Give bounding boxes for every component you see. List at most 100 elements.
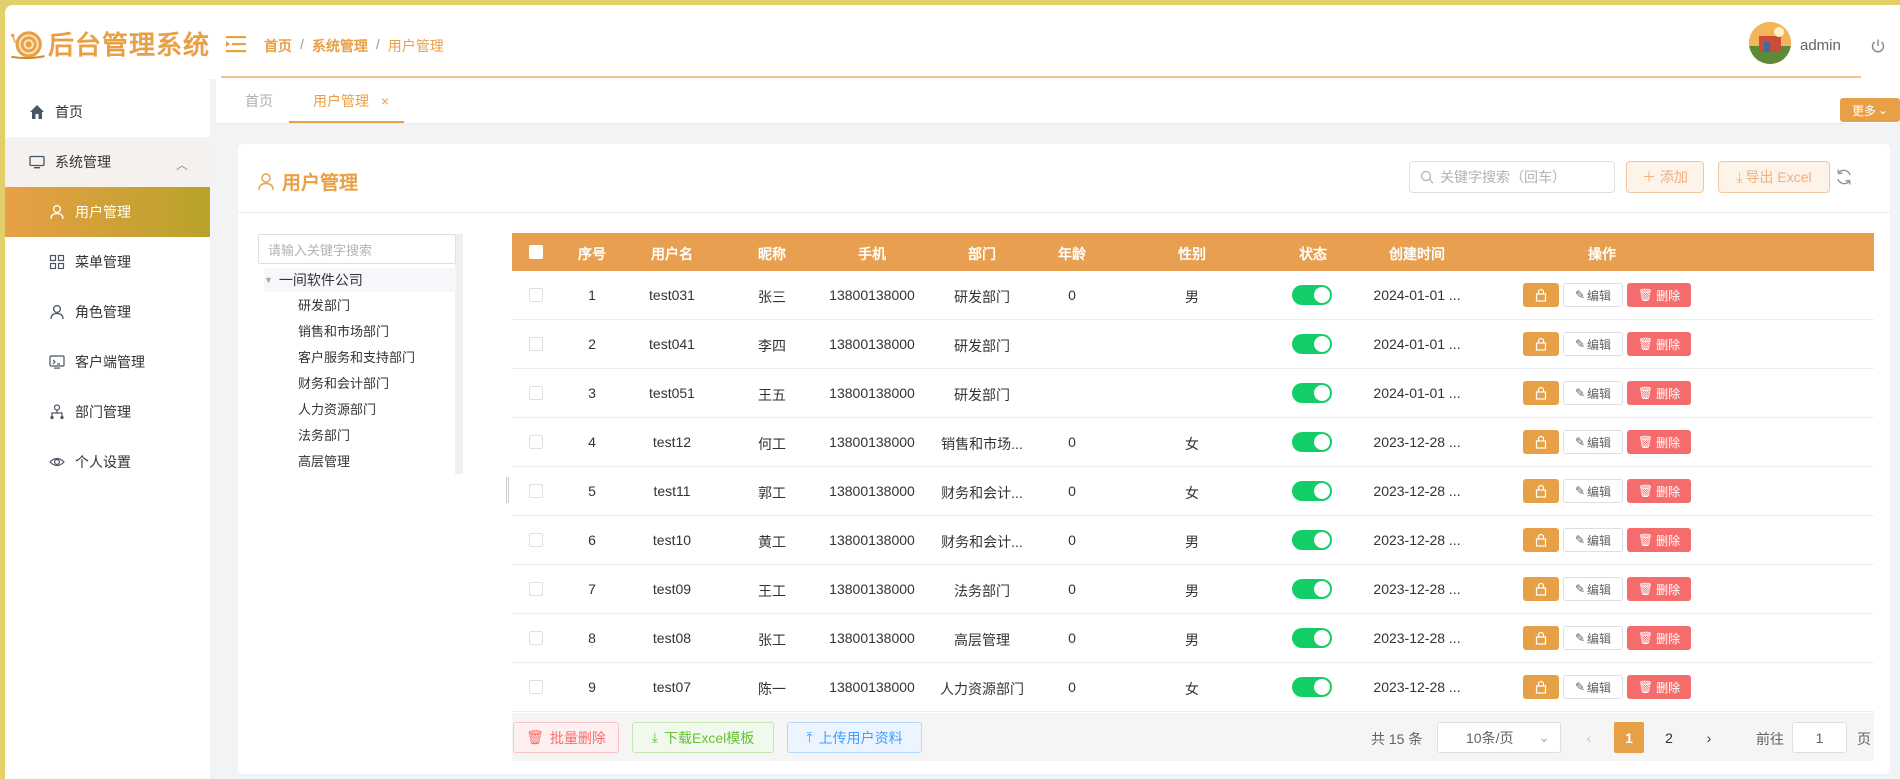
tab-home[interactable]: 首页 — [245, 91, 273, 111]
row-checkbox[interactable] — [529, 484, 543, 498]
goto-page-input[interactable]: 1 — [1792, 722, 1847, 753]
reset-password-button[interactable] — [1523, 577, 1559, 601]
edit-button[interactable]: ✎ 编辑 — [1563, 283, 1623, 307]
page-button-2[interactable]: 2 — [1654, 722, 1684, 753]
reset-password-button[interactable] — [1523, 528, 1559, 552]
delete-button[interactable]: 🗑 删除 — [1627, 332, 1691, 356]
status-toggle[interactable] — [1292, 481, 1332, 501]
row-checkbox[interactable] — [529, 435, 543, 449]
row-checkbox[interactable] — [529, 288, 543, 302]
avatar[interactable] — [1749, 22, 1791, 64]
breadcrumb-system[interactable]: 系统管理 — [312, 36, 368, 56]
table-row[interactable]: 3 test051 王五 13800138000 研发部门 2024-01-01 ... ✎… — [512, 369, 1874, 418]
delete-button[interactable]: 🗑 删除 — [1627, 675, 1691, 699]
keyword-search-input[interactable]: 关键字搜索（回车） — [1409, 161, 1615, 193]
tree-search-input[interactable]: 请输入关键字搜索 — [258, 234, 456, 264]
more-tabs-button[interactable]: 更多 ⌄ — [1840, 98, 1900, 122]
sidebar-item-users[interactable]: 用户管理 — [5, 187, 210, 237]
reset-password-button[interactable] — [1523, 430, 1559, 454]
reset-password-button[interactable] — [1523, 479, 1559, 503]
download-template-button[interactable]: ⤓ 下载Excel模板 — [632, 722, 774, 753]
edit-button[interactable]: ✎ 编辑 — [1563, 430, 1623, 454]
chevron-down-icon: ⌄ — [1538, 729, 1550, 745]
status-toggle[interactable] — [1292, 383, 1332, 403]
tree-node[interactable]: 研发部门 — [298, 295, 350, 314]
username[interactable]: admin — [1800, 37, 1841, 54]
caret-down-icon[interactable]: ▼ — [264, 275, 273, 285]
tree-node[interactable]: 客户服务和支持部门 — [298, 347, 415, 366]
row-checkbox[interactable] — [529, 533, 543, 547]
delete-button[interactable]: 🗑 删除 — [1627, 528, 1691, 552]
col-header: 用户名 — [651, 246, 693, 262]
breadcrumb-home[interactable]: 首页 — [264, 36, 292, 56]
edit-button[interactable]: ✎ 编辑 — [1563, 332, 1623, 356]
reset-password-button[interactable] — [1523, 283, 1559, 307]
sidebar-item-menus[interactable]: 菜单管理 — [5, 237, 210, 287]
edit-button[interactable]: ✎ 编辑 — [1563, 381, 1623, 405]
row-checkbox[interactable] — [529, 386, 543, 400]
table-row[interactable]: 4 test12 何工 13800138000 销售和市场... 0 女 2023-12-28… — [512, 418, 1874, 467]
splitter-handle[interactable] — [506, 477, 509, 503]
reset-password-button[interactable] — [1523, 381, 1559, 405]
add-button[interactable]: ＋ 添加 — [1626, 161, 1704, 193]
upload-users-button[interactable]: ⤒ 上传用户资料 — [787, 722, 922, 753]
delete-button[interactable]: 🗑 删除 — [1627, 283, 1691, 307]
table-row[interactable]: 1 test031 张三 13800138000 研发部门 0 男 2024-01-01 ..… — [512, 271, 1874, 320]
sidebar-item-home[interactable]: 首页 — [5, 87, 210, 137]
status-toggle[interactable] — [1292, 432, 1332, 452]
reset-password-button[interactable] — [1523, 332, 1559, 356]
tree-root-node[interactable]: ▼ 一间软件公司 — [264, 268, 456, 292]
batch-delete-button[interactable]: 🗑 批量删除 — [513, 722, 619, 753]
sidebar-item-roles[interactable]: 角色管理 — [5, 287, 210, 337]
tree-node[interactable]: 法务部门 — [298, 425, 350, 444]
table-row[interactable]: 6 test10 黄工 13800138000 财务和会计... 0 男 2023-12-28… — [512, 516, 1874, 565]
edit-button[interactable]: ✎ 编辑 — [1563, 675, 1623, 699]
reset-password-button[interactable] — [1523, 675, 1559, 699]
table-row[interactable]: 5 test11 郭工 13800138000 财务和会计... 0 女 2023-12-28… — [512, 467, 1874, 516]
page-button-1[interactable]: 1 — [1614, 722, 1644, 753]
status-toggle[interactable] — [1292, 334, 1332, 354]
tab-users[interactable]: 用户管理 × — [313, 91, 389, 111]
table-row[interactable]: 8 test08 张工 13800138000 高层管理 0 男 2023-12-28 ...… — [512, 614, 1874, 663]
refresh-icon[interactable] — [1835, 168, 1853, 186]
tree-node[interactable]: 财务和会计部门 — [298, 373, 389, 392]
sidebar-item-clients[interactable]: 客户端管理 — [5, 337, 210, 387]
edit-button[interactable]: ✎ 编辑 — [1563, 528, 1623, 552]
select-all-checkbox[interactable] — [529, 245, 543, 259]
export-excel-button[interactable]: ⤓ 导出 Excel — [1718, 161, 1830, 193]
tree-node[interactable]: 高层管理 — [298, 451, 350, 470]
close-icon[interactable]: × — [381, 93, 389, 109]
edit-button[interactable]: ✎ 编辑 — [1563, 479, 1623, 503]
row-checkbox[interactable] — [529, 337, 543, 351]
status-toggle[interactable] — [1292, 677, 1332, 697]
status-toggle[interactable] — [1292, 628, 1332, 648]
delete-button[interactable]: 🗑 删除 — [1627, 577, 1691, 601]
tree-node[interactable]: 销售和市场部门 — [298, 321, 389, 340]
delete-button[interactable]: 🗑 删除 — [1627, 626, 1691, 650]
next-page-button[interactable]: › — [1694, 722, 1724, 753]
edit-button[interactable]: ✎ 编辑 — [1563, 577, 1623, 601]
sidebar-item-departments[interactable]: 部门管理 — [5, 387, 210, 437]
delete-button[interactable]: 🗑 删除 — [1627, 381, 1691, 405]
row-checkbox[interactable] — [529, 582, 543, 596]
tree-node[interactable]: 人力资源部门 — [298, 399, 376, 418]
table-row[interactable]: 7 test09 王工 13800138000 法务部门 0 男 2023-12-28 ...… — [512, 565, 1874, 614]
edit-button[interactable]: ✎ 编辑 — [1563, 626, 1623, 650]
sidebar-item-profile[interactable]: 个人设置 — [5, 437, 210, 487]
delete-button[interactable]: 🗑 删除 — [1627, 479, 1691, 503]
prev-page-button[interactable]: ‹ — [1574, 722, 1604, 753]
table-row[interactable]: 9 test07 陈一 13800138000 人力资源部门 0 女 2023-12-28 .… — [512, 663, 1874, 712]
reset-password-button[interactable] — [1523, 626, 1559, 650]
status-toggle[interactable] — [1292, 285, 1332, 305]
status-toggle[interactable] — [1292, 530, 1332, 550]
status-toggle[interactable] — [1292, 579, 1332, 599]
delete-button[interactable]: 🗑 删除 — [1627, 430, 1691, 454]
row-checkbox[interactable] — [529, 680, 543, 694]
menu-toggle-icon[interactable] — [226, 35, 246, 53]
page-size-select[interactable]: 10条/页 ⌄ — [1437, 722, 1561, 753]
sidebar-item-system[interactable]: 系统管理 ︿ — [5, 137, 210, 187]
row-checkbox[interactable] — [529, 631, 543, 645]
cell-username: test11 — [653, 483, 691, 499]
power-icon[interactable] — [1870, 38, 1886, 54]
table-row[interactable]: 2 test041 李四 13800138000 研发部门 2024-01-01 ... ✎… — [512, 320, 1874, 369]
